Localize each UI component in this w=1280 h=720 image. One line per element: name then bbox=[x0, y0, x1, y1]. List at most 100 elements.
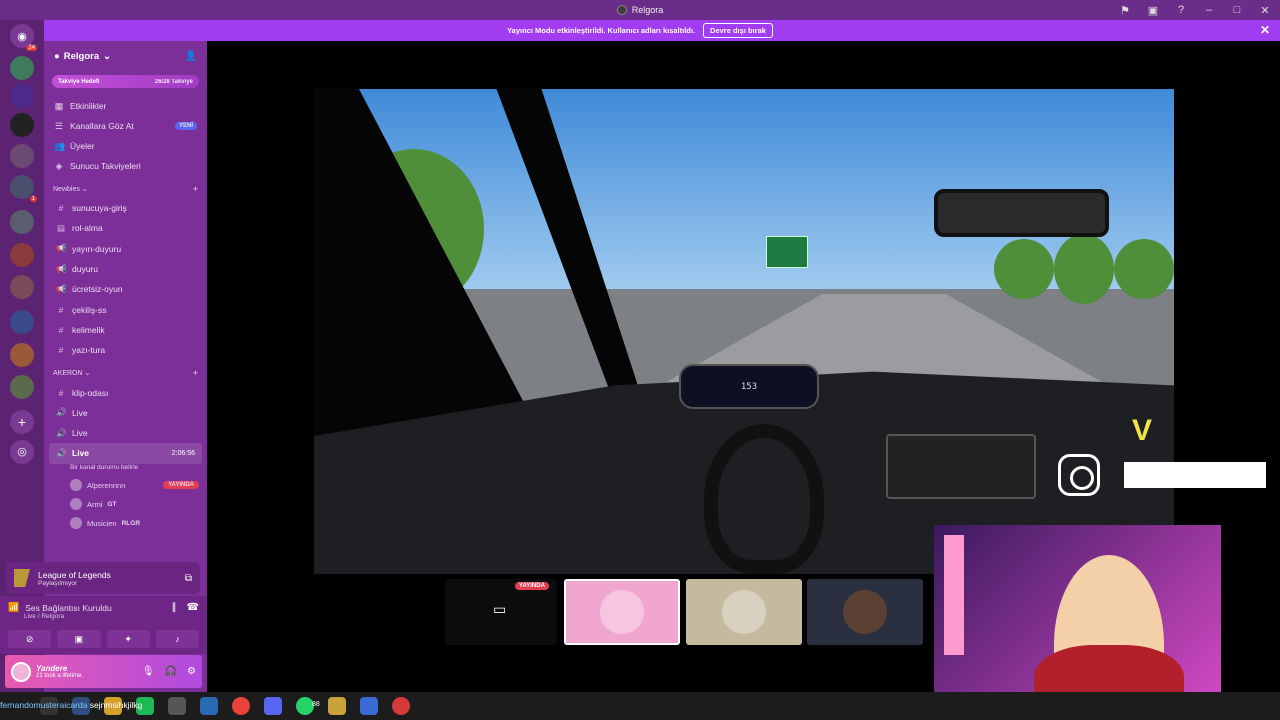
channel-item[interactable]: 📢 yayın-duyuru bbox=[44, 239, 207, 259]
active-voice-channel[interactable]: 🔊 Live 2:06:56 bbox=[49, 443, 202, 464]
add-server-icon[interactable]: + bbox=[10, 410, 34, 434]
nav-server-boosts[interactable]: ◈ Sunucu Takviyeleri bbox=[44, 156, 207, 176]
chevron-down-icon: ⌄ bbox=[103, 50, 112, 62]
banner-close-icon[interactable]: ✕ bbox=[1260, 23, 1270, 37]
participant-thumbnail[interactable] bbox=[564, 579, 680, 645]
channel-item[interactable]: ▤ rol-alma bbox=[44, 218, 207, 238]
hash-icon: # bbox=[58, 324, 64, 335]
camera-off-button[interactable]: ⊘ bbox=[8, 630, 52, 648]
server-folder[interactable] bbox=[10, 343, 34, 367]
activities-button[interactable]: ✦ bbox=[106, 630, 150, 648]
voice-channel-item[interactable]: 🔊 Live bbox=[44, 423, 207, 443]
tree bbox=[994, 239, 1054, 299]
app-icon[interactable] bbox=[200, 697, 218, 715]
boost-goal-label: Takviye Hedefi bbox=[58, 78, 100, 85]
activity-share-icon[interactable]: ⧉ bbox=[185, 573, 192, 584]
app-icon[interactable] bbox=[360, 697, 378, 715]
settings-gear-icon[interactable]: ⚙ bbox=[187, 666, 196, 677]
discord-icon[interactable] bbox=[264, 697, 282, 715]
channel-label: rol-alma bbox=[72, 223, 103, 234]
home-badge: 24 bbox=[26, 45, 37, 51]
hash-icon: # bbox=[58, 304, 64, 315]
maximize-button[interactable]: □ bbox=[1230, 4, 1244, 16]
invite-icon[interactable]: 👤 bbox=[185, 51, 197, 62]
channel-label: ücretsiz-oyun bbox=[72, 284, 123, 295]
webcam-overlay bbox=[934, 525, 1221, 720]
share-screen-button[interactable]: ▣ bbox=[57, 630, 101, 648]
screen-share-icon[interactable]: ▣ bbox=[1146, 4, 1160, 17]
activity-subtitle: Paylaşılmıyor bbox=[38, 579, 78, 587]
live-badge: YAYINDA bbox=[163, 481, 199, 490]
server-name: Relgora bbox=[63, 50, 100, 62]
channel-item[interactable]: # kelimelik bbox=[44, 320, 207, 340]
noise-suppression-icon[interactable]: ∥ bbox=[172, 602, 177, 613]
member-name: Armi bbox=[87, 499, 103, 509]
category-akeron[interactable]: AKERON ⌄ + bbox=[44, 364, 207, 382]
activity-panel[interactable]: League of Legends Paylaşılmıyor ⧉ bbox=[6, 562, 200, 594]
server-icon[interactable] bbox=[10, 113, 34, 137]
server-folder[interactable] bbox=[10, 310, 34, 334]
voice-channel-item[interactable]: 🔊 Live bbox=[44, 403, 207, 423]
close-window-button[interactable]: ✕ bbox=[1258, 4, 1272, 17]
member-tag: RLGR bbox=[121, 519, 141, 527]
voice-member[interactable]: Musicien RLGR bbox=[44, 514, 207, 533]
server-folder[interactable] bbox=[10, 210, 34, 234]
server-folder[interactable] bbox=[10, 144, 34, 168]
voice-connection-panel: 📶 Ses Bağlantısı Kuruldu ∥ ☎ Live / Relg… bbox=[0, 596, 207, 654]
nav-members[interactable]: 👥 Üyeler bbox=[44, 136, 207, 156]
boost-goal-bar[interactable]: Takviye Hedefi 26/28 Takviye bbox=[52, 75, 199, 88]
minimize-button[interactable]: – bbox=[1202, 4, 1216, 16]
microphone-icon[interactable]: 🎙 bbox=[142, 666, 155, 677]
app-icon[interactable] bbox=[392, 697, 410, 715]
channel-item[interactable]: # sunucuya-giriş bbox=[44, 198, 207, 218]
hash-icon: # bbox=[58, 345, 64, 356]
discover-icon[interactable]: ◎ bbox=[10, 440, 34, 464]
server-folder[interactable] bbox=[10, 275, 34, 299]
nav-label: Sunucu Takviyeleri bbox=[70, 161, 141, 171]
headphones-icon[interactable]: 🎧 bbox=[165, 666, 177, 677]
participant-thumbnail[interactable] bbox=[686, 579, 802, 645]
flag-icon[interactable]: ⚑ bbox=[1118, 4, 1132, 17]
channel-item[interactable]: # çekiliş-ss bbox=[44, 299, 207, 319]
channel-label: çekiliş-ss bbox=[72, 304, 107, 315]
channel-status[interactable]: Bir kanal durumu belirle bbox=[44, 464, 207, 476]
server-icon[interactable] bbox=[10, 56, 34, 80]
server-header[interactable]: ● Relgora ⌄ 👤 bbox=[44, 41, 207, 71]
disable-streamer-mode-button[interactable]: Devre dışı bırak bbox=[703, 23, 773, 38]
discord-icon: ◉ bbox=[17, 30, 27, 43]
channel-item[interactable]: # yazı-tura bbox=[44, 340, 207, 360]
server-folder[interactable]: 1 bbox=[10, 175, 37, 202]
server-icon[interactable] bbox=[10, 84, 34, 108]
home-button[interactable]: ◉ 24 bbox=[10, 24, 37, 51]
league-icon[interactable] bbox=[328, 697, 346, 715]
nav-events[interactable]: ▦ Etkinlikler bbox=[44, 96, 207, 116]
help-icon[interactable]: ? bbox=[1174, 4, 1188, 16]
voice-status[interactable]: Ses Bağlantısı Kuruldu bbox=[25, 603, 111, 613]
user-avatar[interactable] bbox=[11, 661, 31, 682]
instagram-icon bbox=[1058, 454, 1100, 496]
nav-browse-channels[interactable]: ☰ Kanallara Göz At YENİ bbox=[44, 116, 207, 136]
channel-item[interactable]: 📢 duyuru bbox=[44, 259, 207, 279]
stream-video[interactable]: 153 bbox=[314, 89, 1174, 574]
participant-thumbnail[interactable] bbox=[807, 579, 923, 645]
user-info[interactable]: Yandere 21 took a lifetime. bbox=[36, 664, 83, 679]
channel-label: Live bbox=[72, 407, 88, 418]
voice-member[interactable]: Alperennnn YAYINDA bbox=[44, 476, 207, 495]
category-newbies[interactable]: Newbies ⌄ + bbox=[44, 180, 207, 198]
tree bbox=[1114, 239, 1174, 299]
chrome-icon[interactable] bbox=[232, 697, 250, 715]
app-icon[interactable] bbox=[168, 697, 186, 715]
voice-timer: 2:06:56 bbox=[171, 449, 195, 457]
disconnect-icon[interactable]: ☎ bbox=[187, 602, 199, 613]
channel-item[interactable]: # klip-odası bbox=[44, 382, 207, 402]
signal-icon: 📶 bbox=[8, 602, 20, 612]
server-folder[interactable] bbox=[10, 375, 34, 399]
chevron-down-icon: ⌄ bbox=[82, 370, 91, 378]
add-channel-icon[interactable]: + bbox=[193, 368, 198, 378]
server-folder[interactable] bbox=[10, 243, 34, 267]
add-channel-icon[interactable]: + bbox=[193, 184, 198, 194]
voice-member[interactable]: Armi GT bbox=[44, 495, 207, 514]
taskbar: fernandomusteraicarda sejnmsihkjilkg 88 bbox=[0, 692, 1280, 720]
soundboard-button[interactable]: ♪ bbox=[155, 630, 199, 648]
channel-item[interactable]: 📢 ücretsiz-oyun bbox=[44, 279, 207, 299]
